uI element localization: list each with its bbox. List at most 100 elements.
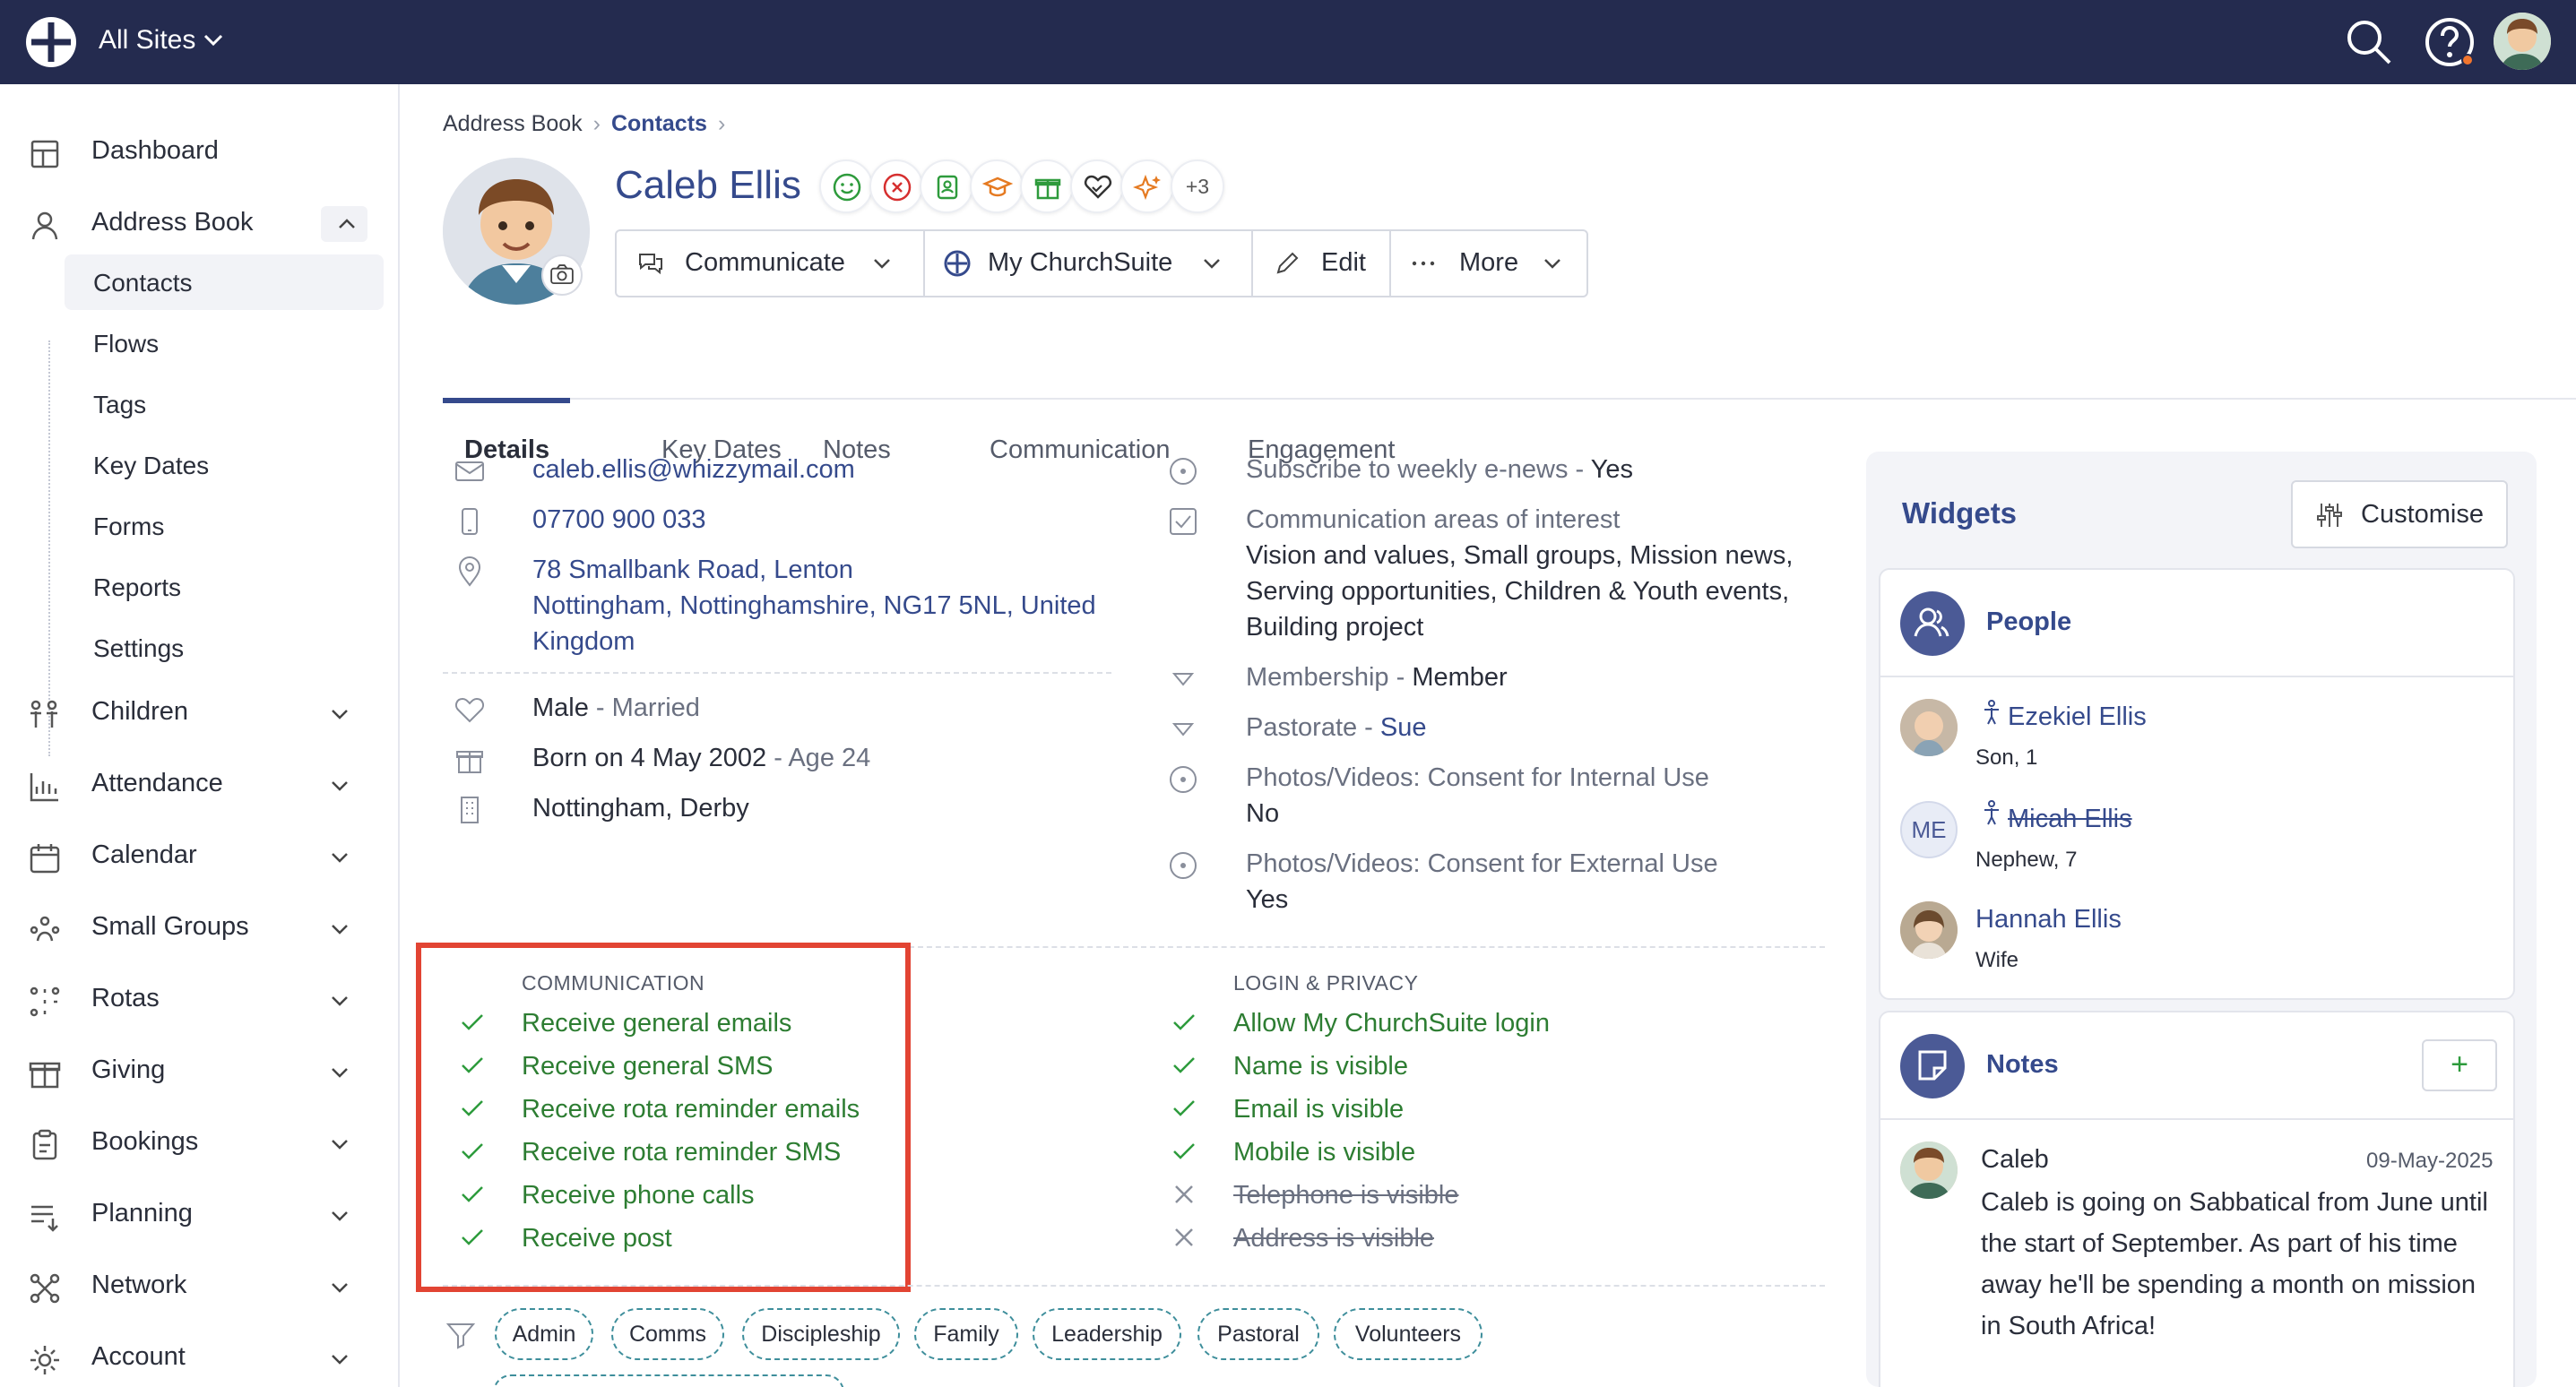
phone-link[interactable]: 07700 900 033 — [532, 502, 706, 538]
address-line-3[interactable]: Kingdom — [532, 624, 635, 659]
clipboard-icon — [32, 1129, 57, 1160]
sidebar-subitem-settings[interactable]: Settings — [65, 620, 384, 676]
sidebar-item-label: Attendance — [91, 769, 223, 797]
tag-chip[interactable]: Volunteers — [1334, 1308, 1482, 1360]
chevron-down-icon[interactable] — [326, 1059, 353, 1086]
sidebar-subitem-label: Flows — [93, 330, 160, 358]
person-name[interactable]: Micah Ellis — [2008, 805, 2132, 834]
sidebar-item-small-groups[interactable]: Small Groups — [0, 896, 400, 959]
tag-chip[interactable]: Family — [914, 1308, 1018, 1360]
sidebar-subitem-label: Contacts — [93, 269, 193, 297]
graduation-cap-badge-icon[interactable] — [970, 159, 1024, 213]
consent-internal-value: No — [1246, 799, 1280, 828]
contact-card-badge-icon[interactable] — [920, 159, 973, 213]
consent-internal-label: Photos/Videos: Consent for Internal Use — [1246, 763, 1709, 792]
sidebar-item-dashboard[interactable]: Dashboard — [0, 120, 400, 183]
breadcrumb-address-book[interactable]: Address Book — [443, 111, 583, 137]
tag-chip[interactable]: Admin — [495, 1308, 593, 1360]
gift-badge-icon[interactable] — [1020, 159, 1074, 213]
sidebar-item-giving[interactable]: Giving — [0, 1039, 400, 1102]
person-avatar[interactable] — [1900, 901, 1958, 959]
chevron-down-icon[interactable] — [326, 1131, 353, 1158]
communicate-button[interactable]: Communicate — [617, 231, 925, 296]
person-name[interactable]: Ezekiel Ellis — [2008, 702, 2147, 732]
sidebar-item-account[interactable]: Account — [0, 1326, 400, 1387]
chevron-down-icon[interactable] — [201, 27, 226, 52]
breadcrumb-contacts[interactable]: Contacts — [611, 111, 707, 137]
sidebar-item-planning[interactable]: Planning — [0, 1183, 400, 1245]
person-name[interactable]: Hannah Ellis — [1975, 905, 2122, 935]
chevron-down-icon[interactable] — [326, 1202, 353, 1229]
gift-icon — [29, 1062, 61, 1089]
sidebar-item-address-book[interactable]: Address Book — [0, 192, 400, 254]
sidebar-subitem-forms[interactable]: Forms — [65, 498, 384, 554]
top-bar: All Sites — [0, 0, 2576, 84]
network-icon — [30, 1273, 60, 1304]
edit-button[interactable]: Edit — [1253, 231, 1391, 296]
email-link[interactable]: caleb.ellis@whizzymail.com — [532, 452, 855, 487]
tag-chip-partial[interactable] — [493, 1374, 844, 1387]
people-widget: People Ezekiel Ellis Son, 1 ME Micah Ell… — [1879, 568, 2515, 1000]
sidebar-item-rotas[interactable]: Rotas — [0, 968, 400, 1030]
enews-row: Subscribe to weekly e-news - Yes — [1167, 452, 1848, 491]
chevron-down-icon[interactable] — [326, 916, 353, 943]
add-note-button[interactable]: + — [2422, 1039, 2497, 1091]
sidebar-item-network[interactable]: Network — [0, 1254, 400, 1317]
address-line-2[interactable]: Nottingham, Nottinghamshire, NG17 5NL, U… — [532, 588, 1096, 624]
smiley-badge-icon[interactable] — [819, 159, 873, 213]
cancel-badge-icon[interactable] — [869, 159, 923, 213]
sidebar-subitem-label: Key Dates — [93, 452, 210, 479]
chevron-up-icon[interactable] — [333, 206, 360, 242]
filter-triangle-icon — [1171, 723, 1195, 737]
sidebar-item-attendance[interactable]: Attendance — [0, 753, 400, 815]
chevron-down-icon[interactable] — [326, 1346, 353, 1373]
check-icon — [462, 1100, 483, 1116]
sidebar-subitem-flows[interactable]: Flows — [65, 315, 384, 371]
sidebar-item-label: Small Groups — [91, 912, 249, 941]
sparkle-badge-icon[interactable] — [1120, 159, 1174, 213]
calendar-icon — [30, 844, 60, 874]
privacy-setting: Name is visible — [1233, 1052, 1408, 1081]
sidebar-item-children[interactable]: Children — [0, 681, 400, 744]
handshake-heart-badge-icon[interactable] — [1070, 159, 1124, 213]
sidebar-item-bookings[interactable]: Bookings — [0, 1111, 400, 1174]
consent-external-label: Photos/Videos: Consent for External Use — [1246, 849, 1718, 878]
interest-line-3: Building project — [1246, 613, 1424, 642]
sidebar-subitem-reports[interactable]: Reports — [65, 559, 384, 615]
user-avatar[interactable] — [2494, 13, 2551, 70]
people-icon — [1900, 591, 1965, 656]
customise-button[interactable]: Customise — [2291, 480, 2508, 548]
sidebar-subitem-tags[interactable]: Tags — [65, 376, 384, 432]
sidebar-item-calendar[interactable]: Calendar — [0, 824, 400, 887]
tag-chip[interactable]: Discipleship — [742, 1308, 900, 1360]
search-icon[interactable] — [2343, 16, 2395, 68]
pastorate-value[interactable]: Sue — [1380, 713, 1427, 742]
chevron-down-icon[interactable] — [326, 1274, 353, 1301]
camera-icon[interactable] — [541, 254, 583, 296]
churchsuite-logo-icon[interactable] — [23, 14, 79, 70]
building-icon — [461, 797, 479, 823]
note-author-avatar — [1900, 1141, 1958, 1199]
chevron-down-icon[interactable] — [326, 772, 353, 799]
tag-chip[interactable]: Pastoral — [1197, 1308, 1319, 1360]
chevron-down-icon[interactable] — [326, 844, 353, 871]
sidebar-subitem-key-dates[interactable]: Key Dates — [65, 437, 384, 493]
more-badges-count[interactable]: +3 — [1171, 159, 1224, 213]
address-row: 78 Smallbank Road, Lenton Nottingham, No… — [454, 552, 1135, 663]
chevron-down-icon[interactable] — [326, 701, 353, 728]
rota-icon — [30, 986, 60, 1017]
person-avatar[interactable] — [1900, 699, 1958, 756]
more-button[interactable]: More — [1391, 231, 1586, 296]
tag-chip[interactable]: Leadership — [1033, 1308, 1181, 1360]
person-initials-avatar[interactable]: ME — [1900, 801, 1958, 858]
site-selector[interactable]: All Sites — [99, 25, 195, 56]
my-churchsuite-button[interactable]: My ChurchSuite — [925, 231, 1253, 296]
chevron-down-icon[interactable] — [326, 987, 353, 1014]
filter-icon[interactable] — [445, 1319, 477, 1351]
address-line-1[interactable]: 78 Smallbank Road, Lenton — [532, 552, 853, 588]
divider — [1880, 676, 2513, 677]
gift-icon — [456, 751, 483, 773]
people-title: People — [1986, 607, 2072, 636]
sidebar-subitem-contacts[interactable]: Contacts — [65, 254, 384, 310]
tag-chip[interactable]: Comms — [611, 1308, 724, 1360]
